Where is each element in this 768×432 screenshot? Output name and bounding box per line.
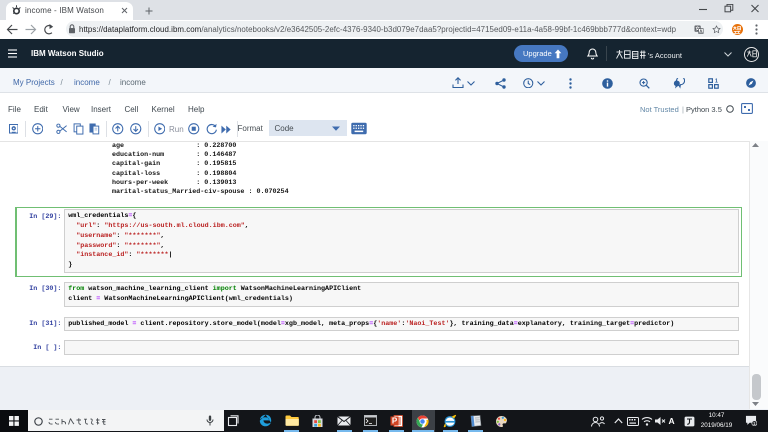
svg-text:1: 1: [714, 78, 717, 84]
svg-text:1: 1: [753, 421, 756, 426]
svg-text:P: P: [392, 416, 398, 425]
